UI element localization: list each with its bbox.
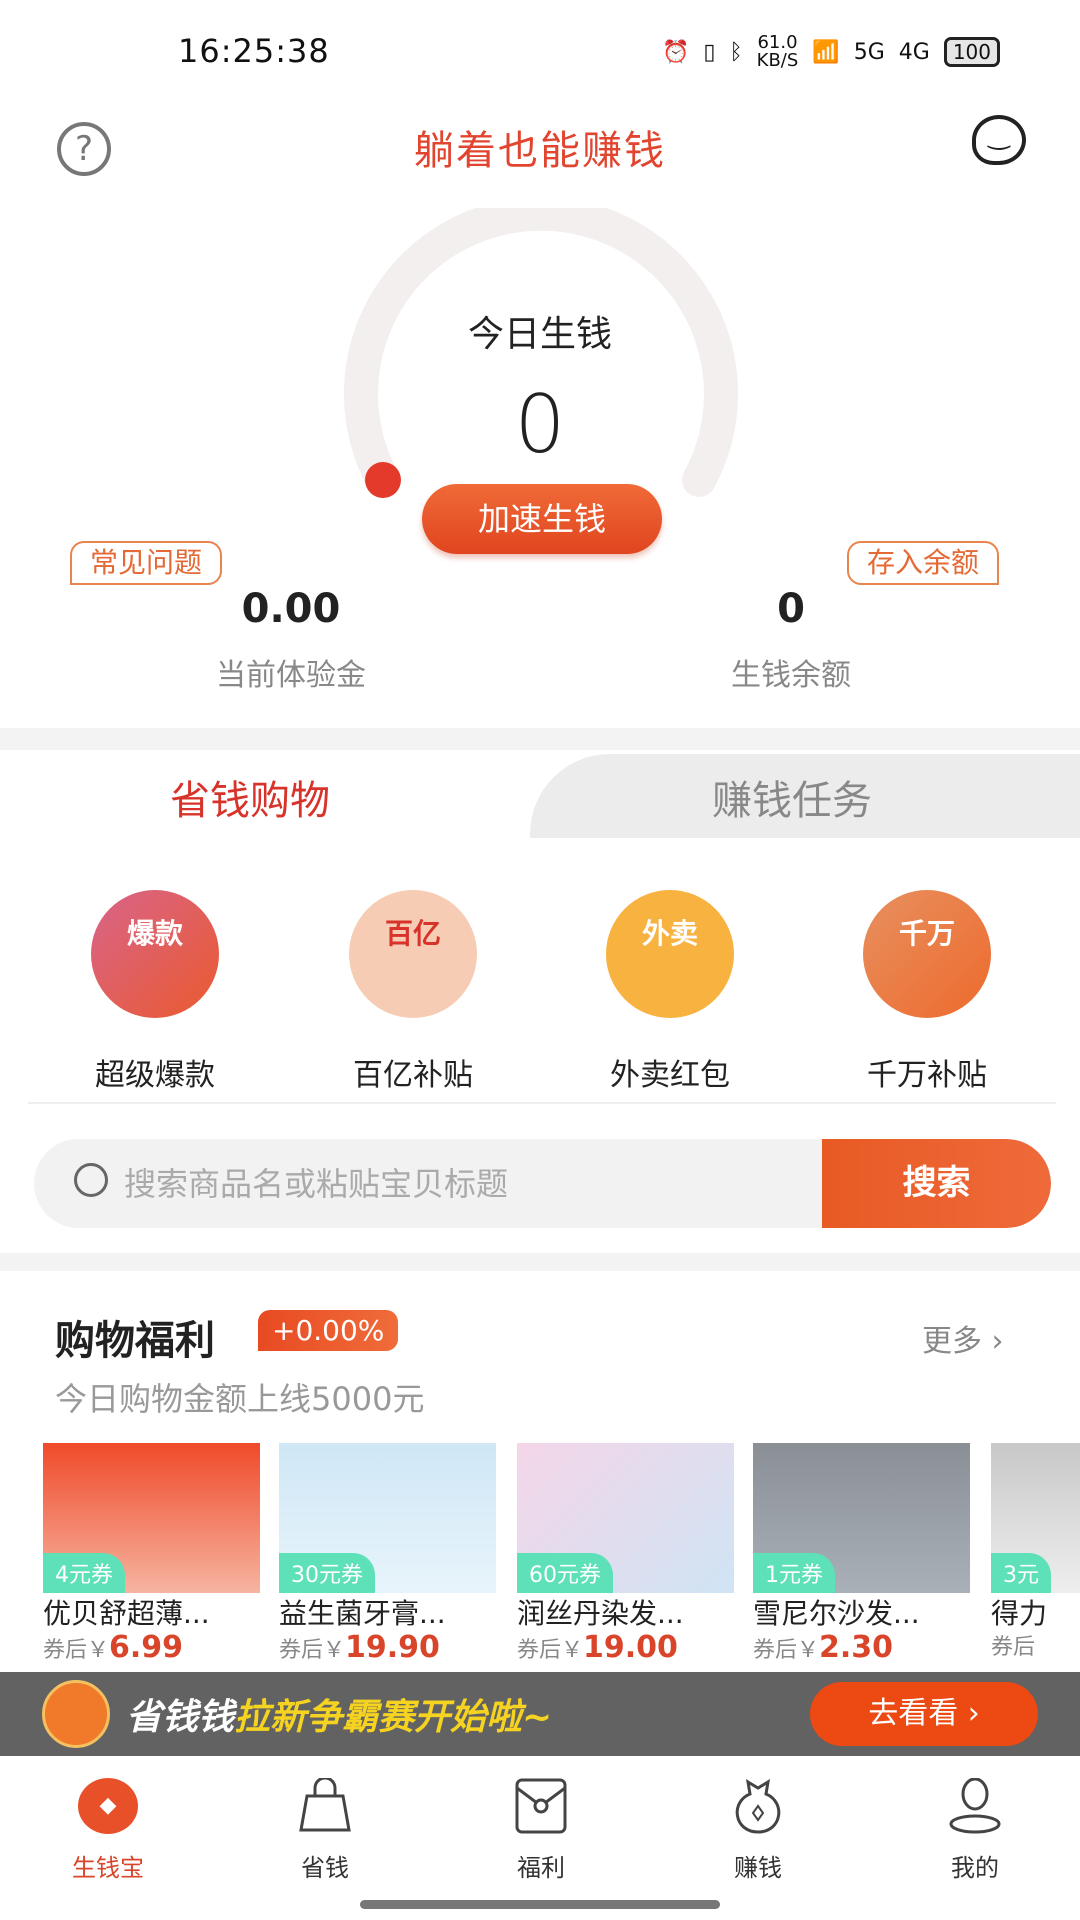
coin-icon: ◆: [78, 1778, 138, 1834]
product-image: 1元券: [753, 1443, 970, 1593]
gauge-label: 今日生钱: [467, 314, 612, 355]
trial-value: 0.00: [241, 586, 341, 632]
net-unit: KB/S: [756, 50, 799, 71]
signal-4g: 4G: [898, 39, 930, 65]
more-link[interactable]: 更多 ›: [922, 1316, 1004, 1360]
welfare-rate-badge: +0.00%: [258, 1310, 399, 1351]
welfare-title: 购物福利: [55, 1318, 215, 1364]
red-envelope-icon: 百亿: [349, 890, 477, 1018]
trial-label: 当前体验金: [216, 658, 366, 693]
product-image: 3元: [991, 1443, 1080, 1593]
product-image: 60元券: [517, 1443, 734, 1593]
search-bar: 搜索: [34, 1139, 1051, 1228]
money-bag-icon: [728, 1778, 788, 1834]
user-icon: [945, 1777, 1005, 1834]
product-card[interactable]: 3元 得力 券后: [991, 1443, 1080, 1665]
bluetooth-icon: ᛒ: [729, 39, 743, 65]
heart-icon: 千万: [863, 890, 991, 1018]
speed-up-button[interactable]: 加速生钱: [422, 484, 662, 554]
tab-shopping[interactable]: 省钱购物: [170, 768, 330, 826]
promo-banner[interactable]: 省钱钱拉新争霸赛开始啦~ 去看看 ›: [0, 1672, 1080, 1756]
category-takeout[interactable]: 外卖 外卖红包: [570, 890, 770, 1094]
balance-value: 0: [777, 586, 805, 632]
tab-bar: 省钱购物 赚钱任务: [0, 738, 1080, 848]
status-bar: 16:25:38 ⏰ ▯ ᛒ 61.0 KB/S 📶 5G 4G 100: [0, 22, 1080, 78]
search-input[interactable]: [124, 1139, 824, 1228]
nav-mine[interactable]: 我的: [900, 1777, 1050, 1883]
vibrate-icon: ▯: [703, 39, 716, 65]
nav-earn[interactable]: 赚钱: [683, 1778, 833, 1883]
wifi-icon: 📶: [812, 39, 840, 65]
divider: [28, 1102, 1056, 1104]
chat-icon[interactable]: ‿: [972, 115, 1026, 165]
search-icon: [74, 1163, 108, 1197]
deposit-badge[interactable]: 存入余额: [847, 541, 1000, 585]
signal-5g: 5G: [853, 39, 885, 65]
product-image: 30元券: [279, 1443, 496, 1593]
faq-badge[interactable]: 常见问题: [70, 541, 223, 585]
product-image: 4元券: [43, 1443, 260, 1593]
lion-mascot-icon: [42, 1680, 110, 1748]
product-card[interactable]: 4元券 优贝舒超薄... 券后￥6.99: [43, 1443, 260, 1668]
go-see-button[interactable]: 去看看 ›: [810, 1682, 1038, 1746]
category-subsidy-10b[interactable]: 百亿 百亿补贴: [313, 890, 513, 1094]
tab-tasks[interactable]: 赚钱任务: [712, 768, 872, 826]
product-card[interactable]: 60元券 润丝丹染发... 券后￥19.00: [517, 1443, 734, 1668]
nav-money-treasure[interactable]: ◆ 生钱宝: [33, 1778, 183, 1883]
welfare-subtitle: 今日购物金额上线5000元: [55, 1380, 425, 1418]
home-indicator[interactable]: [360, 1900, 720, 1909]
balance-label: 生钱余额: [731, 658, 851, 693]
nav-welfare[interactable]: 福利: [466, 1778, 616, 1883]
bottom-nav: ◆ 生钱宝 省钱 福利 赚钱 我的: [0, 1758, 1080, 1898]
app-title: 躺着也能赚钱: [414, 128, 666, 174]
shopping-bag-icon: [295, 1776, 355, 1834]
divider: [0, 1253, 1080, 1271]
nav-save[interactable]: 省钱: [250, 1776, 400, 1883]
category-super-hot[interactable]: 爆款 超级爆款: [55, 890, 255, 1094]
kangaroo-icon: 外卖: [606, 890, 734, 1018]
status-time: 16:25:38: [178, 32, 330, 70]
product-card[interactable]: 1元券 雪尼尔沙发... 券后￥2.30: [753, 1443, 970, 1668]
red-envelope-icon: [511, 1778, 571, 1834]
chevron-right-icon: ›: [991, 1324, 1004, 1359]
product-card[interactable]: 30元券 益生菌牙膏... 券后￥19.90: [279, 1443, 496, 1668]
category-subsidy-10m[interactable]: 千万 千万补贴: [827, 890, 1027, 1094]
battery-icon: 100: [943, 37, 1000, 67]
alarm-icon: ⏰: [661, 39, 690, 65]
search-button[interactable]: 搜索: [822, 1139, 1051, 1228]
gauge-value: 0: [514, 378, 566, 471]
fire-icon: 爆款: [91, 890, 219, 1018]
